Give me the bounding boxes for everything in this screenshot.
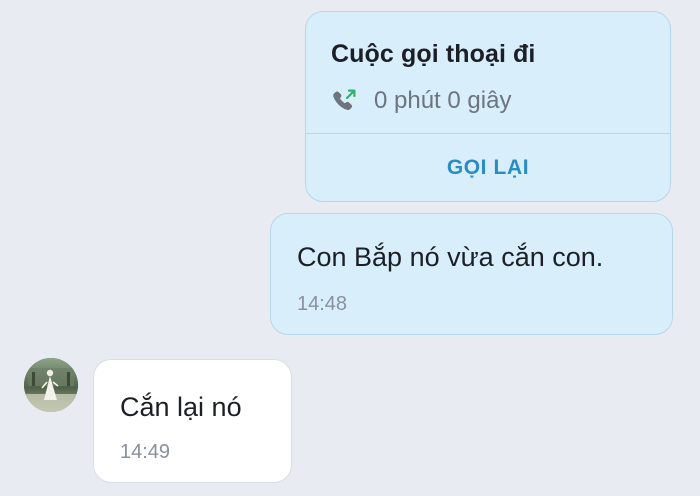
message-text: Con Bắp nó vừa cắn con. (297, 242, 604, 272)
callback-button[interactable]: GỌI LẠI (306, 134, 670, 201)
outgoing-call-card: Cuộc gọi thoại đi 0 phút 0 giây GỌI LẠI (305, 11, 671, 202)
outgoing-call-icon (333, 89, 356, 111)
call-duration-row: 0 phút 0 giây (330, 87, 511, 115)
message-timestamp: 14:49 (120, 441, 171, 463)
contact-avatar[interactable] (24, 358, 78, 412)
call-duration: 0 phút 0 giây (374, 87, 512, 114)
avatar-image (24, 358, 78, 412)
outgoing-message-bubble[interactable]: Con Bắp nó vừa cắn con. 14:48 (270, 213, 673, 335)
incoming-message-bubble[interactable]: Cắn lại nó 14:49 (93, 359, 292, 483)
message-text: Cắn lại nó (120, 392, 242, 422)
message-timestamp: 14:48 (297, 293, 348, 315)
call-title: Cuộc gọi thoại đi (331, 40, 536, 68)
